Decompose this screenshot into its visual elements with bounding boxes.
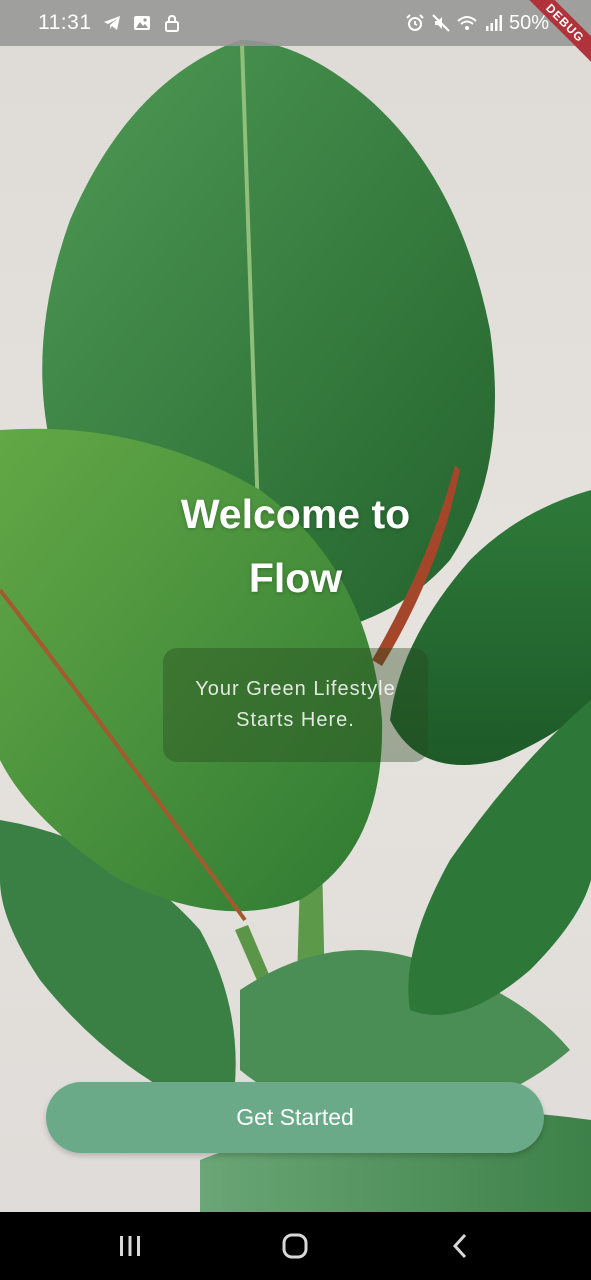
get-started-button[interactable]: Get Started bbox=[46, 1082, 544, 1153]
welcome-title-line2: Flow bbox=[248, 555, 343, 601]
alarm-icon bbox=[406, 14, 424, 31]
status-right-group: 50% bbox=[405, 0, 549, 46]
welcome-title-line1: Welcome to bbox=[180, 491, 411, 537]
mute-icon bbox=[432, 14, 450, 32]
home-button[interactable] bbox=[255, 1212, 335, 1280]
gallery-icon bbox=[133, 16, 150, 30]
recent-apps-icon bbox=[120, 1236, 140, 1256]
signal-icon bbox=[485, 15, 502, 31]
battery-percentage: 50% bbox=[508, 11, 549, 34]
welcome-screen: 11:31 50% DEBUG Welcome to Flow Your Gre… bbox=[0, 0, 591, 1280]
status-left-group: 11:31 bbox=[38, 0, 182, 46]
lock-icon bbox=[164, 14, 179, 32]
recent-apps-button[interactable] bbox=[90, 1212, 170, 1280]
back-button[interactable] bbox=[420, 1212, 500, 1280]
home-icon bbox=[282, 1233, 308, 1259]
back-icon bbox=[452, 1233, 467, 1259]
welcome-title: Welcome to Flow bbox=[0, 482, 591, 610]
wifi-icon bbox=[457, 16, 477, 30]
telegram-icon bbox=[103, 16, 120, 30]
status-time: 11:31 bbox=[38, 11, 92, 34]
tagline-text: Your Green Lifestyle Starts Here. bbox=[195, 678, 396, 731]
system-nav-bar bbox=[0, 1212, 591, 1280]
tagline-card: Your Green Lifestyle Starts Here. bbox=[163, 648, 428, 762]
status-bar: 11:31 50% bbox=[0, 0, 591, 46]
